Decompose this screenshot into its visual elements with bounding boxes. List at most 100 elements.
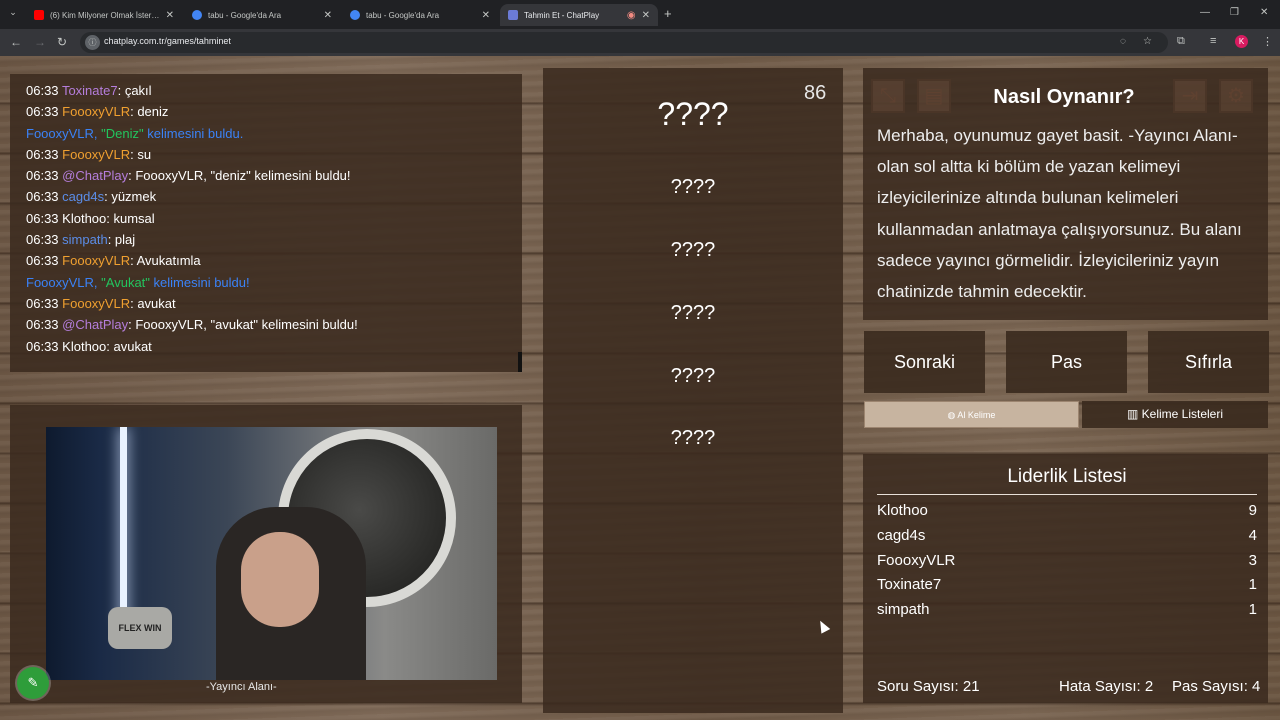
bookmark-star-icon[interactable]: ☆	[1143, 36, 1152, 47]
countdown-timer: 86	[804, 82, 827, 104]
menu-icon[interactable]: ⋮	[1262, 35, 1273, 48]
pass-button[interactable]: Pas	[1006, 331, 1127, 393]
chat-message: 06:33 FoooxyVLR: Avukatımla	[26, 250, 506, 271]
google-icon	[192, 10, 202, 20]
chat-text: : yüzmek	[104, 189, 157, 205]
webcam-view: FLEX WIN	[46, 427, 497, 680]
chat-text: : avukat	[106, 338, 152, 354]
error-count: Hata Sayısı: 2	[1059, 678, 1154, 695]
chat-message-list: 06:33 Toxinate7: çakıl 06:33 FoooxyVLR: d…	[26, 80, 506, 357]
close-icon[interactable]: ✕	[166, 10, 174, 21]
forbidden-word: ????	[670, 365, 716, 387]
tab-google-search-2[interactable]: tabu - Google'da Ara ✕	[342, 4, 498, 26]
pencil-edit-button[interactable]: ✎	[17, 667, 49, 699]
chat-username: FoooxyVLR	[62, 146, 131, 162]
leaderboard-row: Klothoo 9	[877, 502, 1257, 524]
back-icon[interactable]: ←	[10, 35, 22, 49]
ai-word-button[interactable]: ◍ Al Kelime	[864, 401, 1079, 428]
chat-text: : plaj	[107, 232, 136, 248]
streamer-area: FLEX WIN -Yayıncı Alanı-	[10, 405, 522, 703]
address-bar[interactable]: ⓘ chatplay.com.tr/games/tahminet ◌ ☆	[80, 32, 1168, 53]
chat-text: : deniz	[130, 104, 169, 120]
chat-text: : avukat	[130, 295, 176, 311]
chat-message: 06:33 @ChatPlay: FoooxyVLR, "deniz" keli…	[26, 165, 506, 186]
word-lists-label: Kelime Listeleri	[1141, 407, 1224, 421]
chat-message: 06:33 FoooxyVLR: su	[26, 144, 506, 165]
chat-username: Klothoo	[62, 210, 107, 226]
player-score: 4	[1248, 527, 1257, 544]
minimize-icon[interactable]: —	[1200, 7, 1210, 18]
robot-icon: ◍	[947, 410, 956, 420]
extensions-icon[interactable]: ⧉	[1177, 35, 1185, 48]
webcam-pillow: FLEX WIN	[108, 607, 172, 649]
found-word: "Avukat"	[97, 274, 154, 290]
chat-username: Klothoo	[62, 338, 107, 354]
chat-username: FoooxyVLR	[62, 295, 131, 311]
tab-kim-milyoner[interactable]: (6) Kim Milyoner Olmak İster? S ✕	[26, 4, 182, 26]
player-name: FoooxyVLR	[877, 552, 956, 569]
reset-button[interactable]: Sıfırla	[1148, 331, 1269, 393]
how-to-play-text: Merhaba, oyunumuz gayet basit. -Yayıncı …	[877, 126, 1242, 302]
word-card: ???? ???? ???? ???? ???? ????	[543, 68, 843, 713]
question-count: Soru Sayısı: 21	[877, 678, 980, 695]
tab-search-icon[interactable]: ⌄	[6, 7, 20, 21]
eye-off-icon[interactable]: ◌	[1120, 36, 1126, 47]
window-close-icon[interactable]: ✕	[1260, 7, 1268, 18]
close-icon[interactable]: ✕	[324, 10, 332, 21]
tab-tahmin-et[interactable]: Tahmin Et - ChatPlay ◉ ✕	[500, 4, 658, 26]
leaderboard-divider	[877, 494, 1257, 495]
leaderboard-row: Toxinate7 1	[877, 576, 1257, 598]
chat-username: simpath	[62, 232, 108, 248]
new-tab-button[interactable]: +	[664, 6, 672, 21]
chat-message: 06:33 Klothoo: avukat	[26, 336, 506, 357]
leaderboard-row: cagd4s 4	[877, 527, 1257, 549]
chat-time: 06:33	[26, 210, 59, 226]
tab-google-search-1[interactable]: tabu - Google'da Ara ✕	[184, 4, 340, 26]
chat-username: @ChatPlay	[62, 317, 129, 333]
tab-strip: ⌄ (6) Kim Milyoner Olmak İster? S ✕ tabu…	[0, 0, 1280, 29]
media-icon[interactable]: ≡	[1210, 35, 1216, 47]
chat-text: : Avukatımla	[130, 253, 201, 269]
word-lists-button[interactable]: ▥ Kelime Listeleri	[1082, 401, 1268, 428]
document-icon[interactable]: ▤	[917, 79, 951, 113]
chat-username: FoooxyVLR	[62, 104, 131, 120]
chat-scrollbar[interactable]	[518, 352, 522, 372]
leaderboard-panel: Liderlik Listesi Klothoo 9 cagd4s 4 Fooo…	[863, 454, 1268, 703]
chat-username: Toxinate7	[61, 83, 118, 98]
player-score: 1	[1248, 601, 1257, 618]
site-info-icon[interactable]: ⓘ	[85, 35, 100, 50]
chat-message: 06:33 FoooxyVLR: avukat	[26, 293, 506, 314]
player-name: simpath	[877, 601, 930, 618]
chat-username: cagd4s	[62, 189, 105, 205]
forbidden-word: ????	[670, 427, 716, 449]
close-icon[interactable]: ✕	[642, 10, 650, 21]
forward-icon[interactable]: →	[34, 35, 46, 49]
exit-icon[interactable]: ⇥	[1173, 79, 1207, 113]
profile-avatar[interactable]: K	[1235, 35, 1248, 48]
close-icon[interactable]: ✕	[482, 10, 490, 21]
chat-text: : kumsal	[106, 210, 155, 226]
player-name: Klothoo	[877, 502, 928, 519]
gear-icon[interactable]: ⚙	[1219, 79, 1253, 113]
chat-time: 06:33	[26, 168, 59, 184]
reload-icon[interactable]: ↻	[57, 35, 67, 49]
chat-username: @ChatPlay	[62, 168, 129, 184]
chat-time: 06:33	[26, 253, 59, 269]
player-score: 3	[1248, 552, 1257, 569]
main-word: ????	[657, 96, 729, 132]
chatplay-icon	[508, 10, 518, 20]
tab-title: tabu - Google'da Ara	[366, 10, 440, 20]
maximize-icon[interactable]: ❐	[1230, 7, 1239, 18]
browser-toolbar: ← → ↻ ⓘ chatplay.com.tr/games/tahminet ◌…	[0, 29, 1280, 56]
pass-count: Pas Sayısı: 4	[1172, 678, 1261, 695]
chat-time: 06:33	[26, 146, 59, 162]
address-url[interactable]: chatplay.com.tr/games/tahminet	[104, 36, 231, 46]
next-button[interactable]: Sonraki	[864, 331, 985, 393]
chat-time: 06:33	[26, 189, 59, 205]
chat-time: 06:33	[26, 232, 59, 248]
leaderboard-title: Liderlik Listesi	[1007, 466, 1127, 487]
minimize-arrows-icon[interactable]: ⤡	[871, 79, 905, 113]
player-name: cagd4s	[877, 527, 926, 544]
chat-username: FoooxyVLR	[62, 253, 131, 269]
tab-title: (6) Kim Milyoner Olmak İster? S	[50, 10, 160, 20]
